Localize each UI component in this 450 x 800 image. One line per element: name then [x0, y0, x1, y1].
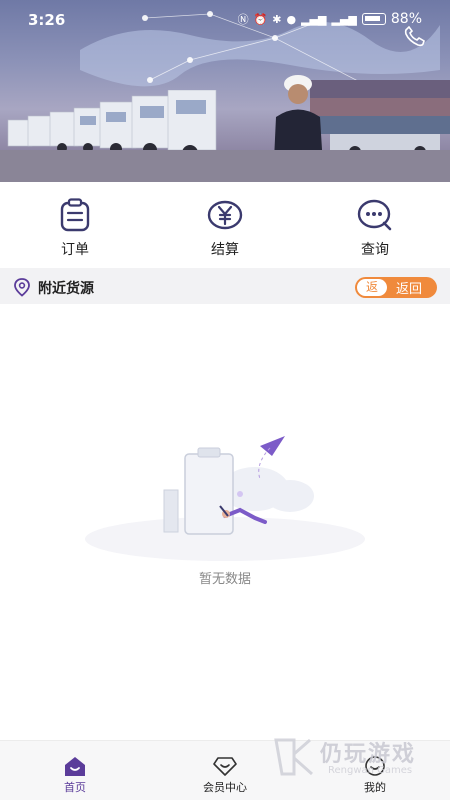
battery-icon [361, 13, 386, 25]
banner-image: 3:26 Ⓝ ⏰ ✱ ● ▂▄▆ ▂▄▆ 88% [0, 0, 450, 182]
watermark: 仍玩游戏 Rengwan Games [272, 734, 442, 784]
menu-label-query: 查询 [361, 242, 389, 258]
bluetooth-icon: ✱ [272, 12, 282, 26]
alarm-icon: ⏰ [253, 12, 268, 26]
watermark-text: 仍玩游戏 [320, 742, 417, 767]
quick-menu: 订单 结算 查询 [0, 182, 450, 268]
section-header: 附近货源 返 返回 [0, 268, 450, 304]
status-icons: Ⓝ ⏰ ✱ ● ▂▄▆ ▂▄▆ 88% [238, 11, 422, 27]
empty-message: 暂无数据 [198, 572, 251, 587]
nav-label-membership: 会员中心 [203, 781, 247, 794]
signal-icon: ▂▄▆ [301, 12, 327, 26]
nav-label-home: 首页 [64, 781, 86, 794]
menu-label-settlement: 结算 [211, 242, 239, 258]
menu-item-query[interactable]: 查询 [300, 182, 450, 268]
signal-icon-2: ▂▄▆ [331, 12, 357, 26]
yen-icon [207, 200, 243, 230]
watermark-logo-icon [274, 738, 313, 776]
menu-item-orders[interactable]: 订单 [0, 182, 150, 268]
section-title: 附近货源 [38, 281, 94, 297]
menu-label-orders: 订单 [61, 242, 89, 258]
watermark-subtext: Rengwan Games [328, 765, 413, 776]
home-icon [65, 757, 85, 776]
return-chip: 返 [357, 279, 387, 296]
chat-search-icon [357, 199, 392, 231]
clipboard-icon [60, 198, 90, 232]
menu-item-settlement[interactable]: 结算 [150, 182, 300, 268]
return-button[interactable]: 返 返回 [355, 277, 437, 298]
return-label: 返回 [396, 282, 423, 297]
status-bar: 3:26 Ⓝ ⏰ ✱ ● ▂▄▆ ▂▄▆ 88% [0, 0, 450, 38]
phone-icon[interactable] [402, 26, 428, 48]
status-time: 3:26 [28, 11, 66, 29]
nfc-icon: Ⓝ [237, 13, 249, 26]
location-pin-icon [14, 278, 30, 297]
battery-percent: 88% [390, 11, 422, 27]
location-icon: ● [286, 12, 297, 26]
nav-item-home[interactable]: 首页 [0, 741, 150, 800]
empty-illustration [85, 436, 365, 561]
empty-state: 暂无数据 [0, 304, 450, 740]
diamond-icon [213, 757, 237, 776]
ground-strip [0, 150, 450, 182]
